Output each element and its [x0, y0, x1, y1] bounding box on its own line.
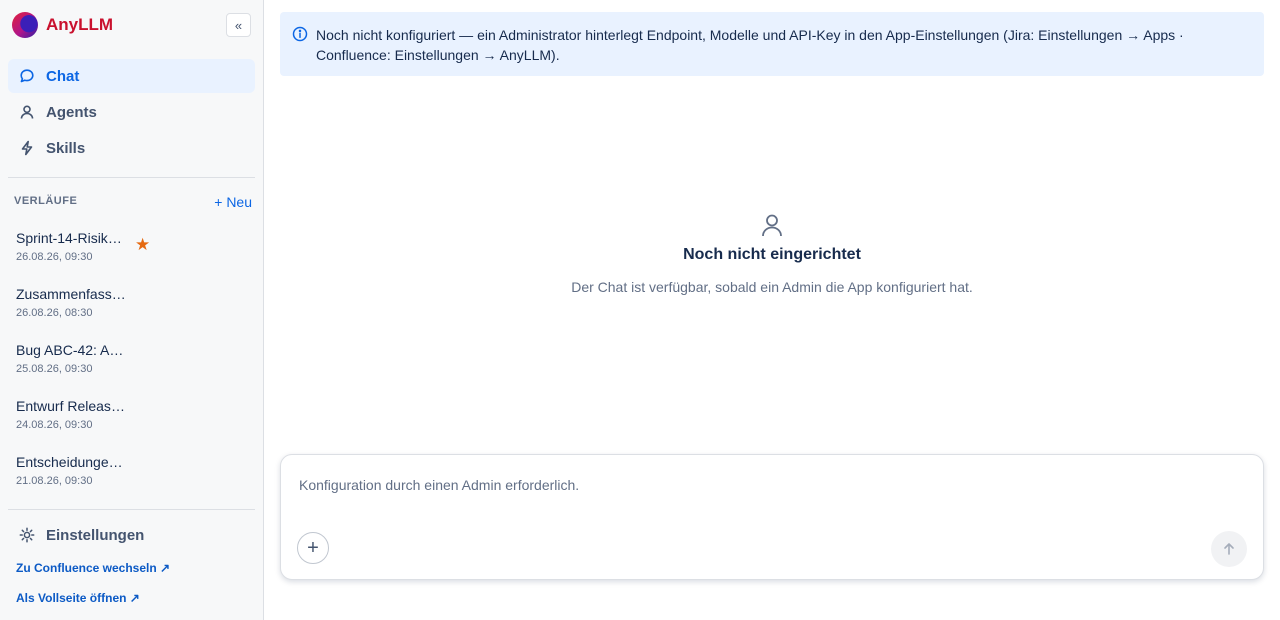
history-item[interactable]: Entscheidungen dokumentieren 21.08.26, 0… — [8, 451, 255, 501]
app-logo — [12, 12, 38, 38]
history-item-title: Bug ABC-42: Analyse — [16, 342, 128, 358]
history-item-date: 25.08.26, 09:30 — [16, 363, 93, 375]
nav-item-agents[interactable]: Agents — [8, 95, 255, 129]
divider — [8, 177, 255, 178]
history-section-title: VERLÄUFE — [14, 195, 78, 207]
attach-button[interactable]: + — [297, 532, 329, 564]
history-item-date: 21.08.26, 09:30 — [16, 475, 93, 487]
empty-state-subtitle: Der Chat ist verfügbar, sobald ein Admin… — [571, 279, 973, 295]
history-item-title: Sprint-14-Risikoanalyse — [16, 230, 128, 246]
arrow-up-icon — [1224, 543, 1234, 555]
history-item-date: 26.08.26, 08:30 — [16, 307, 93, 319]
user-icon — [762, 214, 782, 237]
history-item[interactable]: Zusammenfassung Meeting 26.08.26, 08:30 — [8, 283, 255, 333]
nav-label: Agents — [46, 103, 97, 121]
nav-item-chat[interactable]: Chat — [8, 59, 255, 93]
chat-bubble-icon — [20, 69, 34, 83]
brand: AnyLLM — [12, 12, 113, 38]
gear-icon — [19, 527, 35, 543]
empty-state-title: Noch nicht eingerichtet — [683, 246, 861, 263]
history-item-title: Zusammenfassung Meeting — [16, 286, 128, 302]
send-button[interactable] — [1211, 531, 1247, 567]
history-item-title: Entscheidungen dokumentieren — [16, 454, 128, 470]
history-item[interactable]: Sprint-14-Risikoanalyse 26.08.26, 09:30 … — [8, 227, 255, 277]
lightning-icon — [21, 140, 33, 156]
new-chat-button[interactable]: + Neu — [214, 194, 252, 210]
history-item[interactable]: Bug ABC-42: Analyse 25.08.26, 09:30 — [8, 339, 255, 389]
chat-input[interactable] — [299, 477, 1199, 493]
info-icon — [292, 26, 308, 42]
history-item-title: Entwurf Release Notes — [16, 398, 128, 414]
user-icon — [20, 105, 34, 119]
star-icon[interactable]: ★ — [135, 236, 150, 253]
history-item-date: 26.08.26, 09:30 — [16, 251, 93, 263]
chat-composer: + — [280, 454, 1264, 580]
nav-label: Chat — [46, 67, 80, 85]
app-name: AnyLLM — [46, 15, 114, 34]
divider — [8, 509, 255, 510]
history-item-date: 24.08.26, 09:30 — [16, 419, 93, 431]
sidebar: AnyLLM « Chat Agents Skills VERLÄUFE + N… — [0, 0, 264, 620]
nav-item-skills[interactable]: Skills — [8, 131, 255, 165]
fullpage-link[interactable]: Als Vollseite öffnen ↗ — [16, 591, 140, 605]
settings-button[interactable]: Einstellungen — [8, 520, 255, 550]
history-item[interactable]: Entwurf Release Notes 24.08.26, 09:30 — [8, 395, 255, 445]
banner-text: Noch nicht konfiguriert — ein Administra… — [316, 27, 1184, 63]
collapse-sidebar-button[interactable]: « — [226, 13, 251, 37]
settings-label: Einstellungen — [46, 526, 145, 544]
confluence-link[interactable]: Zu Confluence wechseln ↗ — [16, 561, 170, 575]
config-info-banner: Noch nicht konfiguriert — ein Administra… — [280, 12, 1264, 76]
nav-label: Skills — [46, 139, 86, 157]
